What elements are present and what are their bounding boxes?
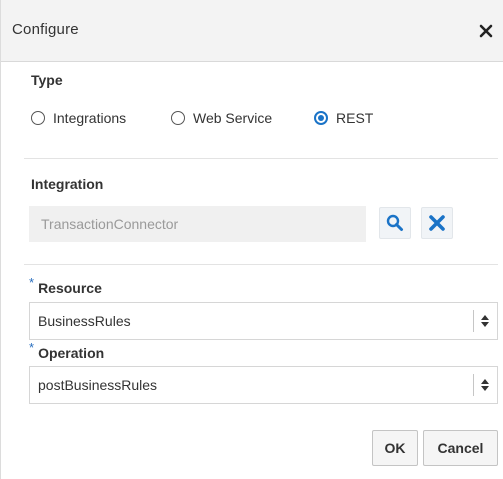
- integration-label: Integration: [31, 176, 104, 192]
- operation-select[interactable]: postBusinessRules: [29, 366, 498, 404]
- radio-rest[interactable]: REST: [314, 107, 373, 129]
- search-icon[interactable]: [379, 207, 411, 239]
- radio-integrations[interactable]: Integrations: [31, 107, 126, 129]
- radio-label: Web Service: [193, 110, 273, 126]
- resource-label-text: Resource: [38, 280, 102, 296]
- type-label: Type: [31, 72, 63, 88]
- divider: [24, 158, 498, 159]
- clear-icon[interactable]: [421, 207, 453, 239]
- divider: [24, 264, 498, 265]
- operation-label-text: Operation: [38, 345, 105, 361]
- radio-label: Integrations: [53, 110, 127, 126]
- required-marker: *: [29, 340, 35, 355]
- sort-arrows-icon[interactable]: [480, 314, 490, 328]
- configure-dialog: Configure Type Integrations Web Service …: [0, 0, 503, 479]
- ok-button[interactable]: OK: [372, 430, 418, 466]
- required-marker: *: [29, 275, 35, 290]
- dialog-title: Configure: [12, 21, 79, 38]
- integration-field[interactable]: TransactionConnector: [29, 206, 366, 242]
- radio-circle-selected[interactable]: [314, 111, 328, 125]
- select-divider: [473, 310, 474, 332]
- close-icon[interactable]: [475, 20, 497, 42]
- operation-label: * Operation: [29, 340, 105, 361]
- cancel-button[interactable]: Cancel: [423, 430, 498, 466]
- radio-circle[interactable]: [31, 111, 45, 125]
- dialog-title-bar: Configure: [1, 0, 503, 62]
- operation-select-value: postBusinessRules: [38, 377, 158, 393]
- radio-circle[interactable]: [171, 111, 185, 125]
- sort-arrows-icon[interactable]: [480, 378, 490, 392]
- resource-label: * Resource: [29, 275, 102, 296]
- resource-select-value: BusinessRules: [38, 313, 131, 329]
- radio-web-service[interactable]: Web Service: [171, 107, 272, 129]
- resource-select[interactable]: BusinessRules: [29, 302, 498, 340]
- select-divider: [473, 374, 474, 396]
- radio-label: REST: [336, 110, 374, 126]
